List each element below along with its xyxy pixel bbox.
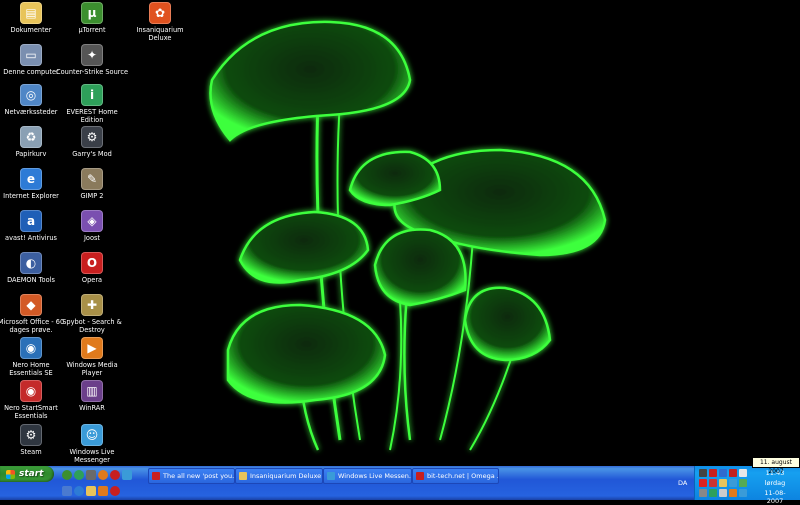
folder-documents-icon: ▤	[20, 2, 42, 24]
microsoft-office-icon: ◆	[20, 294, 42, 316]
desktop-icon-label: WinRAR	[79, 404, 105, 412]
nero-home-icon: ◉	[20, 337, 42, 359]
desktop-icon-label: GIMP 2	[80, 192, 104, 200]
tray-icon-9[interactable]	[729, 479, 737, 487]
start-button[interactable]: start	[0, 466, 54, 482]
taskbar-task-label: Windows Live Messen...	[338, 472, 412, 480]
desktop-icon-windows-media-player[interactable]: ▶ Windows Media Player	[54, 337, 130, 377]
quicklaunch-everest-icon[interactable]	[74, 470, 84, 480]
desktop-icon-counter-strike[interactable]: ✦ Counter-Strike Source	[54, 44, 130, 76]
desktop-icon-label: µTorrent	[78, 26, 106, 34]
utorrent-icon: µ	[81, 2, 103, 24]
taskbar-task-label: Insaniquarium Deluxe	[250, 472, 322, 480]
desktop-icon-joost[interactable]: ◈ Joost	[54, 210, 130, 242]
tray-icon-14[interactable]	[729, 489, 737, 497]
nero-startsmart-icon: ◉	[20, 380, 42, 402]
windows-live-messenger-icon: ☺	[81, 424, 103, 446]
spybot-icon: ✚	[81, 294, 103, 316]
desktop-icon-label: Joost	[83, 234, 101, 242]
tray-icon-2[interactable]	[709, 469, 717, 477]
desktop-icon-label: Counter-Strike Source	[56, 68, 129, 76]
clock-day[interactable]: lørdag	[757, 479, 793, 487]
quicklaunch-wmp-icon[interactable]	[98, 486, 108, 496]
tray-icon-8[interactable]	[719, 479, 727, 487]
everest-icon: i	[81, 84, 103, 106]
opera-task-icon	[416, 472, 424, 480]
tray-icon-4[interactable]	[729, 469, 737, 477]
desktop-icon-label: Spybot - Search & Destroy	[62, 318, 122, 334]
tray-icon-7[interactable]	[709, 479, 717, 487]
clock-tooltip: 11. august 2007	[752, 457, 800, 475]
opera-task-icon	[152, 472, 160, 480]
quicklaunch-messenger-icon[interactable]	[122, 470, 132, 480]
desktop-icon-spybot[interactable]: ✚ Spybot - Search & Destroy	[54, 294, 130, 334]
desktop-icon-label: Windows Live Messenger	[69, 448, 115, 464]
desktop-icon-winrar[interactable]: ▥ WinRAR	[54, 380, 130, 412]
tray-icon-11[interactable]	[699, 489, 707, 497]
quicklaunch-gamecontroller-icon[interactable]	[86, 470, 96, 480]
language-indicator[interactable]: DA	[678, 479, 687, 487]
desktop-icon-insaniquarium[interactable]: ✿ Insaniquarium Deluxe	[122, 2, 198, 42]
daemon-tools-icon: ◐	[20, 252, 42, 274]
taskbar-task-1[interactable]: The all new 'post you...	[148, 468, 235, 484]
quicklaunch-show-desktop-icon[interactable]	[62, 486, 72, 496]
desktop-icon-garrys-mod[interactable]: ⚙ Garry's Mod	[54, 126, 130, 158]
network-places-icon: ◎	[20, 84, 42, 106]
tray-icon-12[interactable]	[709, 489, 717, 497]
system-tray: 11:43 lørdag 11-08-2007	[694, 466, 800, 505]
insaniquarium-icon: ✿	[149, 2, 171, 24]
joost-icon: ◈	[81, 210, 103, 232]
desktop-icon-label: EVEREST Home Edition	[66, 108, 118, 124]
winrar-icon: ▥	[81, 380, 103, 402]
quicklaunch-explorer-icon[interactable]	[86, 486, 96, 496]
opera-icon: O	[81, 252, 103, 274]
start-button-label: start	[19, 469, 44, 479]
avast-antivirus-icon: a	[20, 210, 42, 232]
quicklaunch-opera2-icon[interactable]	[110, 486, 120, 496]
recycle-bin-icon: ♻	[20, 126, 42, 148]
tray-icon-6[interactable]	[699, 479, 707, 487]
counter-strike-icon: ✦	[81, 44, 103, 66]
taskbar-task-label: The all new 'post you...	[163, 472, 235, 480]
desktop-icon-label: Garry's Mod	[72, 150, 112, 158]
clock-date[interactable]: 11-08-2007	[757, 489, 793, 505]
quicklaunch-ie-icon[interactable]	[74, 486, 84, 496]
desktop-icon-gimp[interactable]: ✎ GIMP 2	[54, 168, 130, 200]
taskbar-task-2[interactable]: Insaniquarium Deluxe	[235, 468, 323, 484]
my-computer-icon: ▭	[20, 44, 42, 66]
desktop-icon-label: Insaniquarium Deluxe	[136, 26, 184, 42]
desktop-icon-windows-live-messenger[interactable]: ☺ Windows Live Messenger	[54, 424, 130, 464]
taskbar-task-3[interactable]: Windows Live Messen...	[323, 468, 412, 484]
quicklaunch-utorrent-icon[interactable]	[62, 470, 72, 480]
taskbar-task-4[interactable]: bit-tech.net | Omega ...	[412, 468, 499, 484]
tray-icon-13[interactable]	[719, 489, 727, 497]
tray-icon-3[interactable]	[719, 469, 727, 477]
quicklaunch-opera-icon[interactable]	[110, 470, 120, 480]
folder-task-icon	[239, 472, 247, 480]
messenger-task-icon	[327, 472, 335, 480]
tray-icon-1[interactable]	[699, 469, 707, 477]
desktop-icon-opera[interactable]: O Opera	[54, 252, 130, 284]
steam-icon: ⚙	[20, 424, 42, 446]
gimp-icon: ✎	[81, 168, 103, 190]
tray-icon-5[interactable]	[739, 469, 747, 477]
tray-icon-15[interactable]	[739, 489, 747, 497]
quicklaunch-media-icon[interactable]	[98, 470, 108, 480]
taskbar-task-label: bit-tech.net | Omega ...	[427, 472, 499, 480]
windows-media-player-icon: ▶	[81, 337, 103, 359]
windows-logo-icon	[6, 469, 15, 479]
tray-icon-10[interactable]	[739, 479, 747, 487]
desktop-icon-utorrent[interactable]: µ µTorrent	[54, 2, 130, 34]
garrys-mod-icon: ⚙	[81, 126, 103, 148]
desktop-icon-everest[interactable]: i EVEREST Home Edition	[54, 84, 130, 124]
desktop-icon-label: Windows Media Player	[66, 361, 118, 377]
internet-explorer-icon: e	[20, 168, 42, 190]
desktop-icon-label: Opera	[81, 276, 103, 284]
